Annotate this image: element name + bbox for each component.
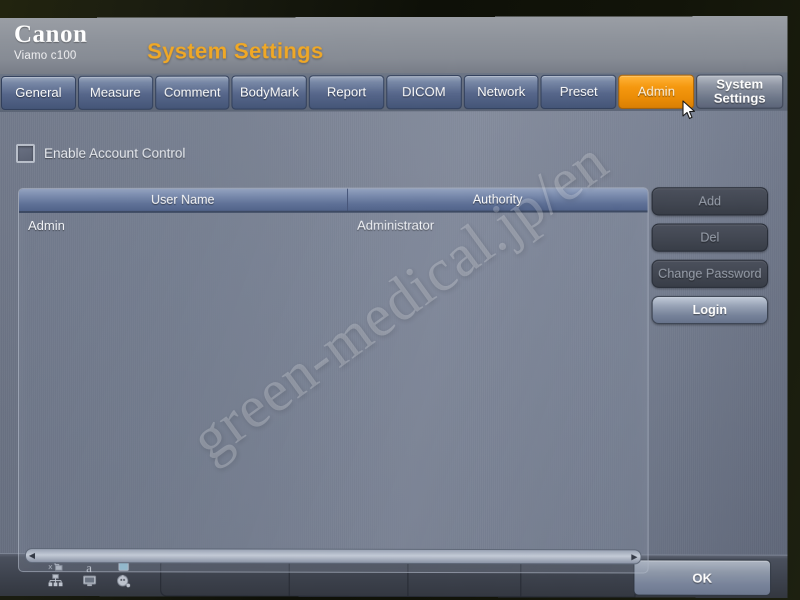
tab-label: BodyMark xyxy=(239,84,299,100)
monitor-icon xyxy=(82,574,97,592)
tab-label: General xyxy=(15,85,62,101)
tab-network[interactable]: Network xyxy=(463,74,539,110)
enable-account-control-row[interactable]: Enable Account Control xyxy=(16,143,186,163)
add-user-button[interactable]: Add xyxy=(651,187,769,216)
column-header-user-name[interactable]: User Name xyxy=(19,188,349,211)
scrollbar-track[interactable] xyxy=(38,549,628,563)
tab-comment[interactable]: Comment xyxy=(154,75,230,110)
tab-system-settings[interactable]: System Settings xyxy=(696,74,784,109)
tab-bodymark[interactable]: BodyMark xyxy=(231,75,307,110)
button-label: Login xyxy=(692,302,728,318)
tab-label-line2: Settings xyxy=(713,90,766,106)
table-row[interactable]: Admin Administrator xyxy=(19,212,648,237)
ultrasound-screen: Canon Viamo c100 System Settings General… xyxy=(0,16,788,598)
tab-label: Measure xyxy=(89,84,141,101)
network-icon xyxy=(48,573,63,592)
column-header-authority[interactable]: Authority xyxy=(348,188,648,210)
tab-label: Network xyxy=(477,84,526,100)
cell-authority: Administrator xyxy=(357,217,435,233)
enable-account-control-checkbox[interactable] xyxy=(16,143,36,163)
scroll-right-arrow-icon[interactable]: ▶ xyxy=(628,550,640,563)
scroll-left-arrow-icon[interactable]: ◀ xyxy=(26,549,38,562)
user-table-panel: User Name Authority Admin Administrator … xyxy=(18,187,649,574)
tab-label: DICOM xyxy=(402,84,446,100)
tab-dicom[interactable]: DICOM xyxy=(386,75,462,110)
app-header: Canon Viamo c100 System Settings xyxy=(0,16,788,74)
power-plug-icon xyxy=(116,574,131,592)
cell-user-name: Admin xyxy=(28,217,65,233)
user-action-buttons: Add Del Change Password Login xyxy=(651,187,769,325)
button-label: Add xyxy=(698,194,722,209)
horizontal-scrollbar[interactable]: ◀ ▶ xyxy=(25,548,642,565)
brand-block: Canon Viamo c100 xyxy=(14,20,88,62)
change-password-button[interactable]: Change Password xyxy=(651,259,769,288)
tab-label: Preset xyxy=(559,84,598,100)
page-title: System Settings xyxy=(147,38,324,64)
tab-label: Admin xyxy=(637,83,675,100)
admin-page-body: Enable Account Control User Name Authori… xyxy=(0,110,788,574)
canon-logo: Canon xyxy=(14,20,88,48)
tab-admin[interactable]: Admin xyxy=(618,74,695,109)
tab-measure[interactable]: Measure xyxy=(77,75,153,110)
tab-preset[interactable]: Preset xyxy=(540,74,617,110)
enable-account-control-label: Enable Account Control xyxy=(44,145,186,161)
tab-report[interactable]: Report xyxy=(308,75,385,110)
tab-general[interactable]: General xyxy=(0,75,76,110)
device-model-label: Viamo c100 xyxy=(14,49,77,62)
settings-tab-bar: General Measure Comment BodyMark Report … xyxy=(0,72,788,112)
delete-user-button[interactable]: Del xyxy=(651,223,769,252)
button-label: OK xyxy=(692,570,713,586)
user-table-header: User Name Authority xyxy=(19,188,648,213)
button-label: Del xyxy=(700,230,720,245)
device-bezel: Canon Viamo c100 System Settings General… xyxy=(0,0,800,600)
login-button[interactable]: Login xyxy=(651,295,769,325)
button-label: Change Password xyxy=(658,266,762,281)
ok-button[interactable]: OK xyxy=(633,559,772,596)
tab-label: Report xyxy=(326,84,367,100)
tab-label: Comment xyxy=(163,84,221,100)
